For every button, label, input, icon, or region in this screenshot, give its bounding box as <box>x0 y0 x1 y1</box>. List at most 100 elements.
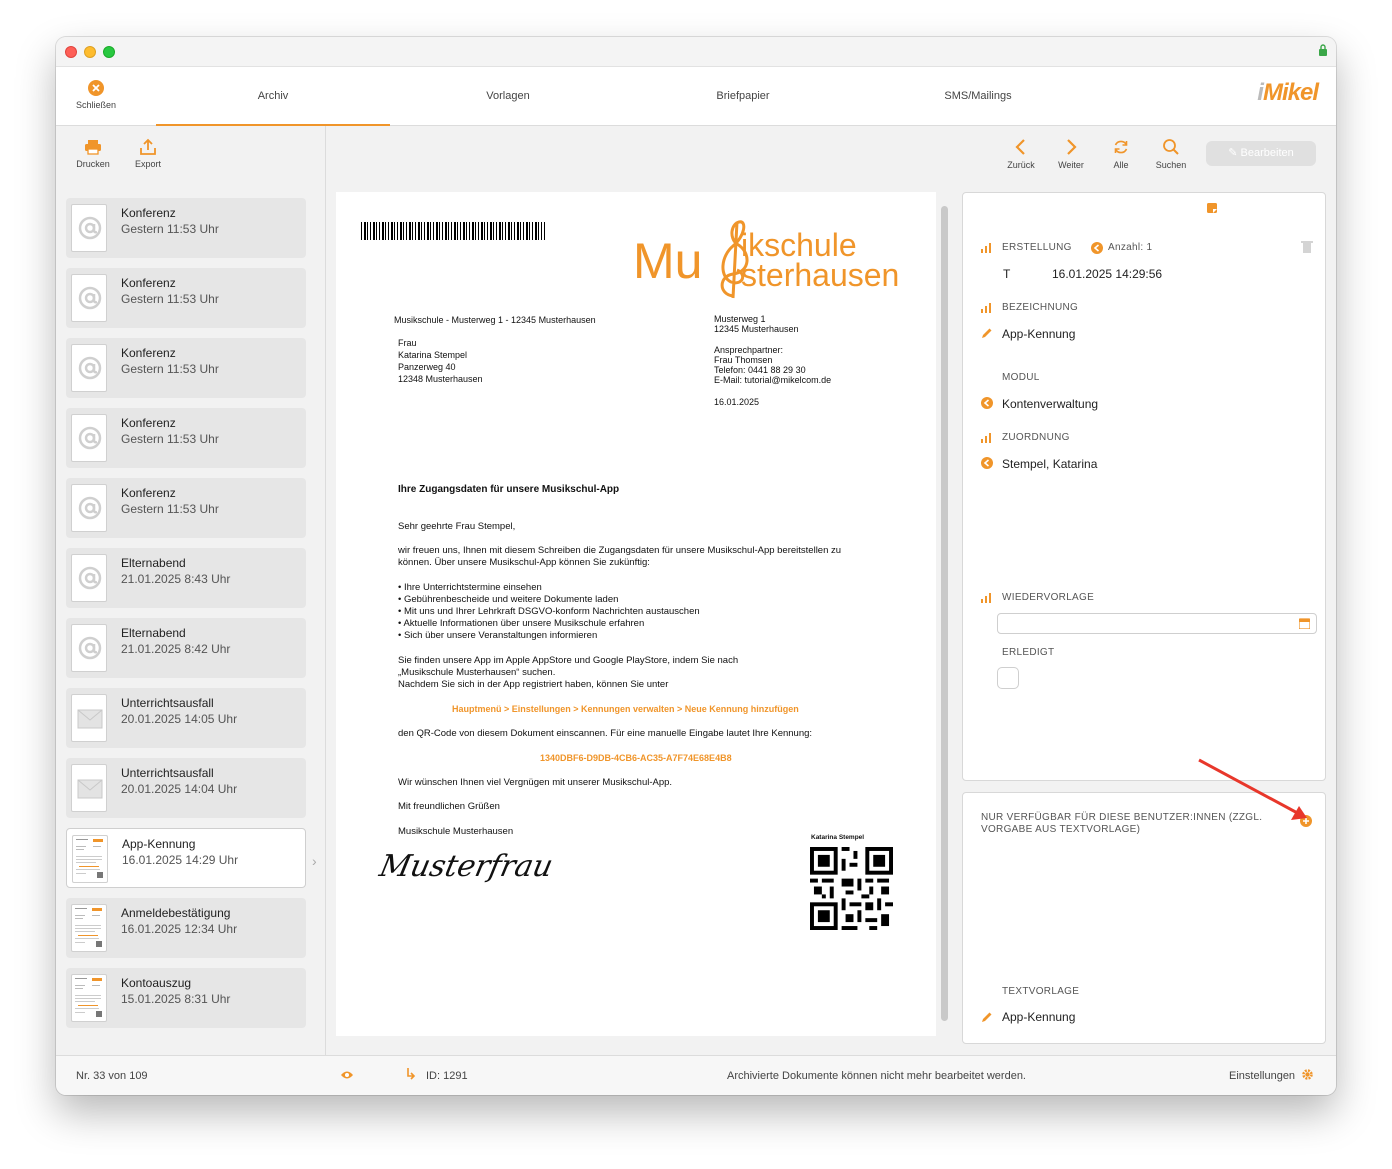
document-scrollbar[interactable] <box>941 206 948 1021</box>
barcode <box>361 222 545 240</box>
minimize-window-button[interactable] <box>84 46 96 58</box>
letter-bullet: • Gebührenbescheide und weitere Dokument… <box>398 594 619 605</box>
at-icon <box>71 344 107 392</box>
count-label: Anzahl: 1 <box>1108 242 1153 253</box>
search-button[interactable]: Suchen <box>1148 138 1194 178</box>
item-time: 20.01.2025 14:05 Uhr <box>121 712 238 726</box>
list-item[interactable]: Konferenz Gestern 11:53 Uhr <box>66 268 306 328</box>
item-title: Unterrichtsausfall <box>121 696 214 710</box>
svg-text:Mu: Mu <box>633 233 702 289</box>
settings-link[interactable]: Einstellungen <box>1229 1070 1295 1082</box>
letter-text: den QR-Code von diesem Dokument einscann… <box>398 728 813 739</box>
forward-button[interactable]: Weiter <box>1048 138 1094 178</box>
lock-icon <box>1319 44 1327 56</box>
at-icon <box>71 414 107 462</box>
arrow-left-circle-icon[interactable] <box>981 397 993 409</box>
qr-code <box>810 847 893 930</box>
at-icon <box>71 274 107 322</box>
pencil-icon[interactable] <box>981 327 993 339</box>
chevron-left-icon <box>1015 139 1025 155</box>
recipient-line: Frau <box>398 338 417 348</box>
envelope-icon <box>71 694 107 742</box>
item-title: Anmeldebestätigung <box>121 906 231 920</box>
assignment-value[interactable]: Stempel, Katarina <box>1002 457 1097 471</box>
list-item[interactable]: Elternabend 21.01.2025 8:43 Uhr <box>66 548 306 608</box>
close-label: Schließen <box>75 100 117 110</box>
assignment-label: ZUORDNUNG <box>1002 432 1070 443</box>
edit-button[interactable]: ✎ Bearbeiten <box>1206 141 1316 166</box>
letter-subject: Ihre Zugangsdaten für unsere Musikschul-… <box>398 484 620 495</box>
recipient-line: 12348 Musterhausen <box>398 374 483 384</box>
item-title: Konferenz <box>121 346 176 360</box>
sender-line: Musikschule - Musterweg 1 - 12345 Muster… <box>394 315 596 325</box>
chevron-right-icon: › <box>312 853 317 869</box>
list-item[interactable]: Konferenz Gestern 11:53 Uhr <box>66 478 306 538</box>
arrow-left-circle-icon[interactable] <box>981 457 993 469</box>
all-button[interactable]: Alle <box>1098 138 1144 178</box>
letter-text: „Musikschule Musterhausen“ suchen. <box>398 667 556 678</box>
done-label: ERLEDIGT <box>1002 647 1055 658</box>
resubmission-date-field[interactable] <box>997 613 1317 634</box>
print-button[interactable]: Drucken <box>68 138 118 182</box>
calendar-icon[interactable] <box>1299 618 1310 629</box>
pencil-icon: ✎ <box>1228 147 1241 159</box>
eye-icon[interactable] <box>341 1070 353 1080</box>
list-item[interactable]: Elternabend 21.01.2025 8:42 Uhr <box>66 618 306 678</box>
item-title: Konferenz <box>121 416 176 430</box>
pencil-icon[interactable] <box>981 1011 993 1023</box>
name-value[interactable]: App-Kennung <box>1002 327 1075 341</box>
item-time: 21.01.2025 8:43 Uhr <box>121 572 231 586</box>
done-checkbox[interactable] <box>997 667 1019 689</box>
note-icon[interactable] <box>1207 203 1217 213</box>
arrow-left-circle-icon[interactable] <box>1091 242 1103 254</box>
at-icon <box>71 624 107 672</box>
document-thumbnail <box>71 904 107 952</box>
close-button[interactable]: Schließen <box>66 79 126 119</box>
list-item[interactable]: Unterrichtsausfall 20.01.2025 14:04 Uhr <box>66 758 306 818</box>
module-label: MODUL <box>1002 372 1040 383</box>
letter-text: Wir wünschen Ihnen viel Vergnügen mit un… <box>398 777 673 788</box>
letter-signer: Musikschule Musterhausen <box>398 826 514 837</box>
address-line: Musterweg 1 <box>714 314 766 324</box>
tab-vorlagen[interactable]: Vorlagen <box>391 67 625 126</box>
contact-line: Ansprechpartner: <box>714 345 784 355</box>
list-item[interactable]: Unterrichtsausfall 20.01.2025 14:05 Uhr <box>66 688 306 748</box>
back-button[interactable]: Zurück <box>998 138 1044 178</box>
list-item[interactable]: App-Kennung 16.01.2025 14:29 Uhr <box>66 828 306 888</box>
tab-sms-mailings[interactable]: SMS/Mailings <box>861 67 1095 126</box>
address-line: 12345 Musterhausen <box>714 324 799 334</box>
bars-icon <box>981 593 991 603</box>
letter-bullet: • Ihre Unterrichtstermine einsehen <box>398 582 542 593</box>
item-title: App-Kennung <box>122 837 196 851</box>
handwritten-signature: Musterfrau <box>376 849 557 884</box>
top-navigation: Schließen Archiv Vorlagen Briefpapier SM… <box>56 67 1336 126</box>
tab-briefpapier[interactable]: Briefpapier <box>626 67 860 126</box>
menu-path: Hauptmenü > Einstellungen > Kennungen ve… <box>452 704 799 714</box>
list-item[interactable]: Konferenz Gestern 11:53 Uhr <box>66 338 306 398</box>
arrow-down-icon[interactable] <box>406 1068 416 1081</box>
tab-archiv[interactable]: Archiv <box>156 67 390 126</box>
bars-icon <box>981 433 991 443</box>
creation-type: T <box>1003 267 1011 281</box>
list-item[interactable]: Konferenz Gestern 11:53 Uhr <box>66 408 306 468</box>
at-icon <box>71 554 107 602</box>
zoom-window-button[interactable] <box>103 46 115 58</box>
access-code: 1340DBF6-D9DB-4CB6-AC35-A7F74E68E4B8 <box>540 753 732 763</box>
list-item[interactable]: Konferenz Gestern 11:53 Uhr <box>66 198 306 258</box>
close-window-button[interactable] <box>65 46 77 58</box>
list-item[interactable]: Anmeldebestätigung 16.01.2025 12:34 Uhr <box>66 898 306 958</box>
gear-icon[interactable] <box>1301 1068 1314 1081</box>
export-button[interactable]: Export <box>123 138 173 182</box>
archive-sidebar: Drucken Export Konferenz Gestern 11:53 Uh… <box>56 126 326 1055</box>
qr-name: Katarina Stempel <box>811 834 865 841</box>
list-item[interactable]: Kontoauszug 15.01.2025 8:31 Uhr <box>66 968 306 1028</box>
item-title: Elternabend <box>121 626 186 640</box>
document-preview: Mu ikschule sterhausen Musikschule - Mus… <box>336 192 936 1036</box>
trash-icon[interactable] <box>1301 240 1313 253</box>
archive-list: Konferenz Gestern 11:53 Uhr Konferenz Geste… <box>66 198 306 1038</box>
template-value[interactable]: App-Kennung <box>1002 1010 1075 1024</box>
module-value[interactable]: Kontenverwaltung <box>1002 397 1098 411</box>
title-bar <box>56 37 1336 67</box>
contact-line: Frau Thomsen <box>714 355 773 365</box>
item-time: Gestern 11:53 Uhr <box>121 502 219 516</box>
